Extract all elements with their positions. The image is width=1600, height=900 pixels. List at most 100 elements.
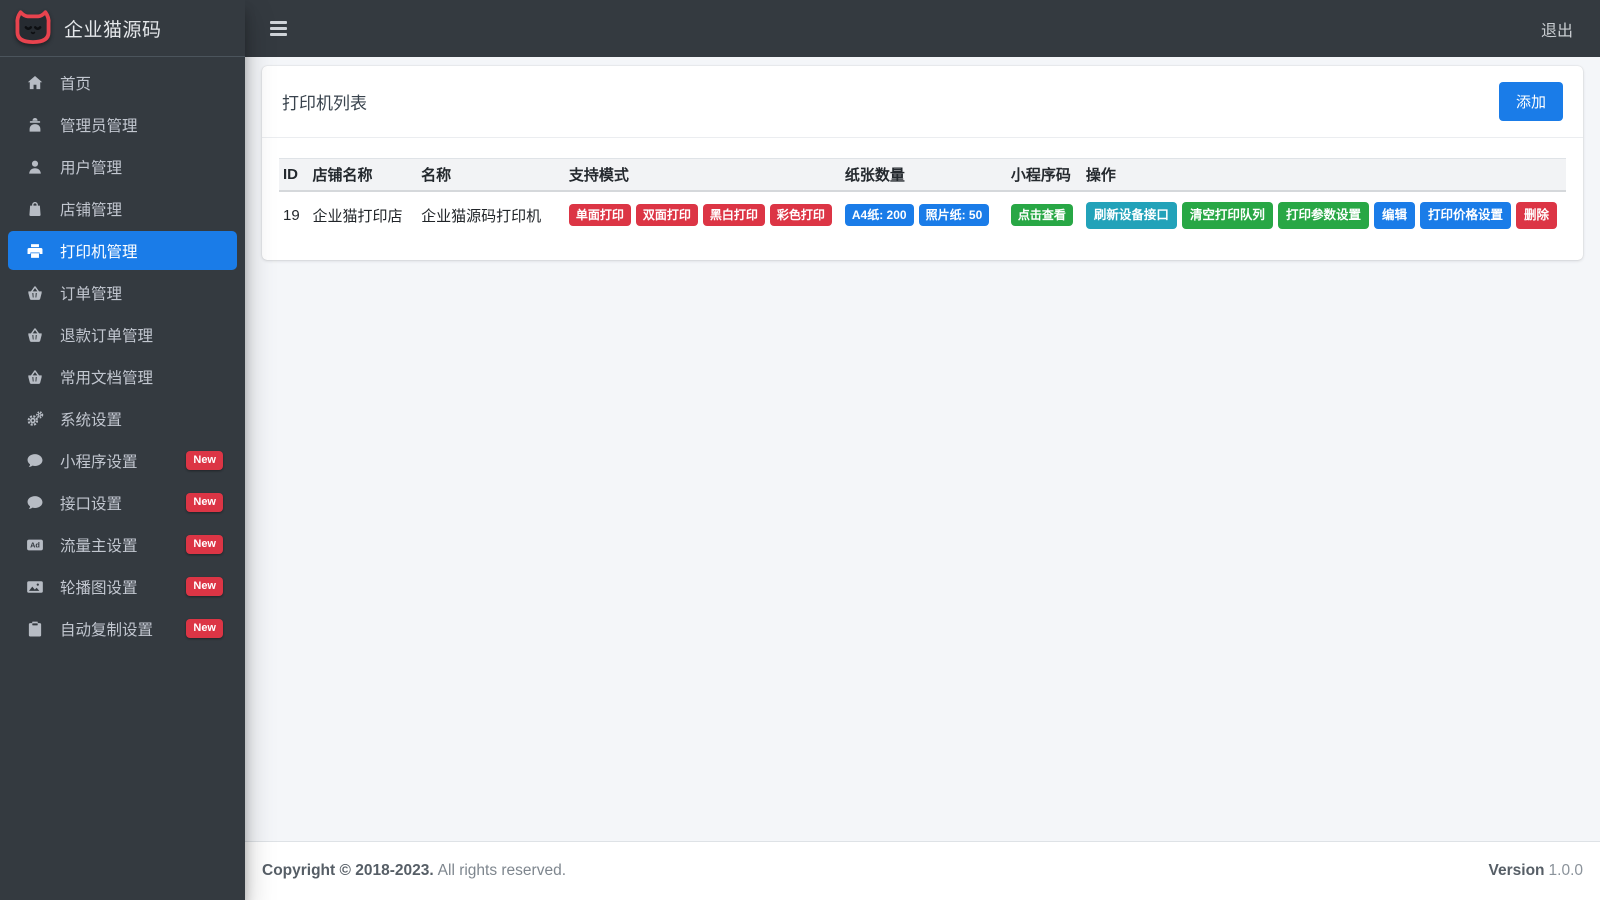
table-header-row: ID 店铺名称 名称 支持模式 纸张数量 小程序码 操作 <box>279 158 1566 192</box>
new-badge: New <box>186 493 223 512</box>
version-value: 1.0.0 <box>1548 862 1583 879</box>
column-header: 操作 <box>1081 158 1566 192</box>
cell-paper: A4纸: 200 照片纸: 50 <box>841 191 1007 238</box>
printer-icon <box>22 242 47 260</box>
sidebar-item-label: 店铺管理 <box>60 201 123 219</box>
column-header: 名称 <box>417 158 565 192</box>
column-header: 纸张数量 <box>840 158 1007 192</box>
home-icon <box>22 74 47 92</box>
sidebar-item-admin-manage[interactable]: 管理员管理 <box>8 105 237 144</box>
printer-list-card: 打印机列表 添加 ID 店铺名称 名称 支持模式 纸张数量 小程序码 操作 19 企业猫打印店… <box>262 66 1583 260</box>
edit-button[interactable]: 编辑 <box>1373 202 1415 229</box>
new-badge: New <box>186 451 223 470</box>
comment-icon <box>22 494 47 512</box>
page-title: 打印机列表 <box>282 94 367 113</box>
sidebar-item-label: 首页 <box>60 75 92 93</box>
sidebar-item-label: 系统设置 <box>60 411 123 429</box>
sidebar-item-ad-settings[interactable]: Ad 流量主设置 New <box>8 525 237 564</box>
sidebar-item-label: 管理员管理 <box>60 117 138 135</box>
sidebar-item-label: 轮播图设置 <box>60 579 138 597</box>
sidebar-item-auto-copy-settings[interactable]: 自动复制设置 New <box>8 609 237 648</box>
paper-count-badge: A4纸: 200 <box>844 204 914 227</box>
card-header: 打印机列表 添加 <box>262 66 1583 138</box>
brand[interactable]: 企业猫源码 <box>0 0 245 57</box>
sidebar-item-refund-order-manage[interactable]: 退款订单管理 <box>8 315 237 354</box>
sidebar-item-label: 打印机管理 <box>60 243 138 261</box>
sidebar-item-label: 流量主设置 <box>60 537 138 555</box>
footer: Copyright © 2018-2023. All rights reserve… <box>245 841 1600 900</box>
sidebar-item-shop-manage[interactable]: 店铺管理 <box>8 189 237 228</box>
sidebar-item-label: 退款订单管理 <box>60 327 154 345</box>
version-text: Version 1.0.0 <box>1489 862 1583 880</box>
paper-count-badge: 照片纸: 50 <box>918 204 990 227</box>
version-label: Version <box>1488 862 1545 879</box>
top-navbar: 退出 <box>245 0 1600 57</box>
mode-badge: 彩色打印 <box>769 204 832 227</box>
menu-toggle-icon[interactable] <box>268 17 289 40</box>
new-badge: New <box>186 535 223 554</box>
cell-shop-name: 企业猫打印店 <box>312 207 403 225</box>
image-icon <box>22 578 47 596</box>
copyright-text: Copyright © 2018-2023. All rights reserve… <box>262 862 566 880</box>
price-settings-button[interactable]: 打印价格设置 <box>1419 202 1511 229</box>
sidebar-item-printer-manage[interactable]: 打印机管理 <box>8 231 237 270</box>
sidebar-item-home[interactable]: 首页 <box>8 63 237 102</box>
app-root: 企业猫源码 首页管理员管理用户管理店铺管理打印机管理订单管理退款订单管理 常用文档… <box>0 0 1600 900</box>
admin-icon <box>22 116 47 134</box>
column-header: 支持模式 <box>564 158 841 192</box>
table-row: 19 企业猫打印店 企业猫源码打印机 单面打印 双面打印 黑白打印 彩色打印 A4纸: 200… <box>279 191 1566 238</box>
sidebar-item-system-settings[interactable]: 系统设置 <box>8 399 237 438</box>
refresh-device-button[interactable]: 刷新设备接口 <box>1085 202 1177 229</box>
basket-icon <box>22 368 47 386</box>
cell-name: 企业猫源码打印机 <box>421 207 542 225</box>
main-column: 退出 打印机列表 添加 ID 店铺名称 名称 支持模式 纸张数量 小程序码 操作 19 企业猫… <box>245 0 1600 900</box>
cell-actions: 刷新设备接口 清空打印队列 打印参数设置 编辑 打印价格设置 删除 <box>1082 191 1566 238</box>
add-button[interactable]: 添加 <box>1498 82 1563 121</box>
mode-badge: 黑白打印 <box>702 204 765 227</box>
sidebar-item-order-manage[interactable]: 订单管理 <box>8 273 237 312</box>
column-header: 小程序码 <box>1006 158 1082 192</box>
basket-icon <box>22 326 47 344</box>
sidebar-item-common-doc-manage[interactable]: 常用文档管理 <box>8 357 237 396</box>
sidebar-item-miniprogram-settings[interactable]: 小程序设置 New <box>8 441 237 480</box>
cogs-icon <box>22 410 47 428</box>
column-header: ID <box>279 158 309 192</box>
brand-title: 企业猫源码 <box>64 19 162 41</box>
sidebar-item-label: 订单管理 <box>60 285 123 303</box>
content-area: 打印机列表 添加 ID 店铺名称 名称 支持模式 纸张数量 小程序码 操作 19 企业猫打印店… <box>245 57 1600 841</box>
new-badge: New <box>186 619 223 638</box>
svg-text:Ad: Ad <box>30 540 40 549</box>
card-body: ID 店铺名称 名称 支持模式 纸张数量 小程序码 操作 19 企业猫打印店 企业猫源码打印机 单… <box>262 138 1583 260</box>
ad-icon: Ad <box>22 536 47 554</box>
comment-icon <box>22 452 47 470</box>
print-params-button[interactable]: 打印参数设置 <box>1277 202 1369 229</box>
sidebar-item-label: 常用文档管理 <box>60 369 154 387</box>
sidebar: 企业猫源码 首页管理员管理用户管理店铺管理打印机管理订单管理退款订单管理 常用文档… <box>0 0 245 900</box>
cell-id: 19 <box>283 206 300 224</box>
mode-badge: 双面打印 <box>635 204 698 227</box>
sidebar-item-carousel-settings[interactable]: 轮播图设置 New <box>8 567 237 606</box>
shop-bag-icon <box>22 200 47 218</box>
cell-modes: 单面打印 双面打印 黑白打印 彩色打印 <box>565 191 841 238</box>
copyright-rest: All rights reserved. <box>437 862 567 879</box>
sidebar-item-label: 小程序设置 <box>60 453 138 471</box>
sidebar-item-api-settings[interactable]: 接口设置 New <box>8 483 237 522</box>
new-badge: New <box>186 577 223 596</box>
mode-badge: 单面打印 <box>568 204 631 227</box>
delete-button[interactable]: 删除 <box>1515 202 1557 229</box>
printer-table: ID 店铺名称 名称 支持模式 纸张数量 小程序码 操作 19 企业猫打印店 企业猫源码打印机 单… <box>279 158 1566 238</box>
qrcode-view-badge[interactable]: 点击查看 <box>1010 204 1073 227</box>
cell-qrcode: 点击查看 <box>1007 191 1082 238</box>
basket-icon <box>22 284 47 302</box>
logout-link[interactable]: 退出 <box>1541 17 1573 41</box>
sidebar-item-label: 用户管理 <box>60 159 123 177</box>
sidebar-item-label: 自动复制设置 <box>60 621 154 639</box>
sidebar-nav: 首页管理员管理用户管理店铺管理打印机管理订单管理退款订单管理 常用文档管理 系统设置… <box>0 57 245 657</box>
user-icon <box>22 158 47 176</box>
column-header: 店铺名称 <box>308 158 418 192</box>
sidebar-item-user-manage[interactable]: 用户管理 <box>8 147 237 186</box>
copyright-bold: Copyright © 2018-2023. <box>262 862 434 879</box>
cat-logo-icon <box>12 7 54 49</box>
clear-queue-button[interactable]: 清空打印队列 <box>1181 202 1273 229</box>
sidebar-item-label: 接口设置 <box>60 495 123 513</box>
